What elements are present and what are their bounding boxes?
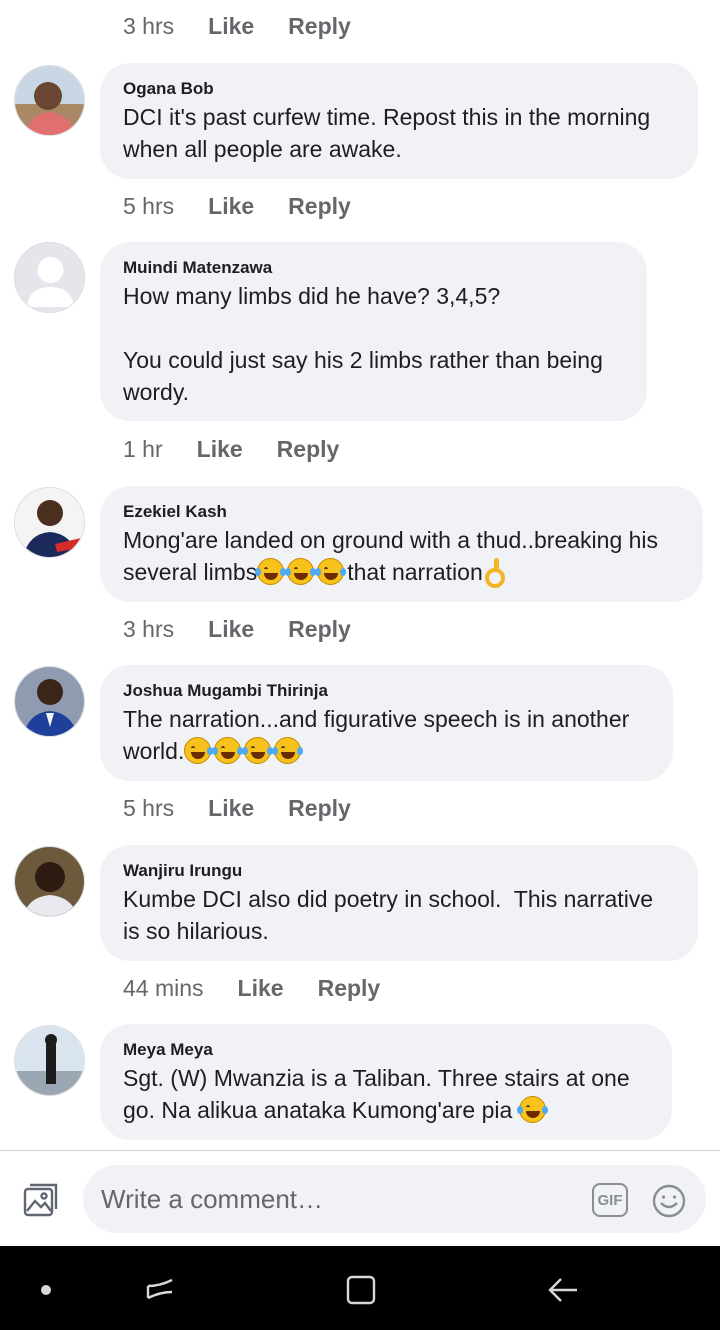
comment-bubble: Wanjiru Irungu Kumbe DCI also did poetry… [100,845,698,961]
comment-text: How many limbs did he have? 3,4,5? You c… [123,283,603,405]
emoji-smile-icon[interactable] [651,1183,687,1219]
comment-actions: 1 hr Like Reply [123,429,373,469]
comment-text-line: go. Na alikua anataka Kumong'are pia [123,1097,519,1123]
comment-time: 1 hr [123,435,163,462]
like-button[interactable]: Like [197,436,243,463]
reply-button[interactable]: Reply [288,616,351,643]
like-button[interactable]: Like [208,616,254,643]
back-icon[interactable] [543,1270,583,1310]
recent-apps-icon[interactable] [140,1270,180,1310]
comment-actions: 3 hrs Like Reply [123,6,385,46]
comment-text: Mong'are landed on ground with a thud..b… [123,524,681,588]
comment-time: 44 mins [123,974,204,1001]
home-icon[interactable] [341,1270,381,1310]
comment-bubble: Ezekiel Kash Mong'are landed on ground w… [100,486,703,602]
comment-time: 3 hrs [123,615,175,642]
comment-bubble: Muindi Matenzawa How many limbs did he h… [100,242,647,421]
ok-hand-emoji-icon [483,558,505,588]
comment-time: 5 hrs [123,794,175,821]
laughing-tears-emoji-icon [242,737,274,764]
comment-bubble: Ogana Bob DCI it's past curfew time. Rep… [100,63,698,179]
comment-bubble: Meya Meya Sgt. (W) Mwanzia is a Taliban.… [100,1024,672,1140]
comment-text-line: Sgt. (W) Mwanzia is a Taliban. Three sta… [123,1065,630,1091]
comment-text-line: that narration [347,559,483,585]
comment-bubble: Joshua Mugambi Thirinja The narration...… [100,665,673,781]
comment-text: Kumbe DCI also did poetry in school. Thi… [123,886,654,944]
comment-text: The narration...and figurative speech is… [123,703,651,767]
laughing-tears-emoji-icon [285,558,317,585]
sweat-smile-emoji-icon [184,737,214,764]
laughing-tears-emoji-icon [516,1096,548,1123]
laughing-tears-emoji-icon [272,737,304,764]
comment-author[interactable]: Ezekiel Kash [123,500,681,524]
gif-button[interactable]: GIF [592,1183,628,1217]
avatar[interactable] [14,1025,85,1096]
comment-author[interactable]: Wanjiru Irungu [123,859,676,883]
avatar[interactable] [14,846,85,917]
comment-text-line: world. [123,738,185,764]
comment-text: DCI it's past curfew time. Repost this i… [123,104,651,162]
laughing-tears-emoji-icon [212,737,244,764]
reply-button[interactable]: Reply [288,193,351,220]
comment-author[interactable]: Muindi Matenzawa [123,256,625,280]
comment-author[interactable]: Ogana Bob [123,77,676,101]
dot-indicator-icon[interactable] [26,1270,66,1310]
reply-button[interactable]: Reply [277,436,340,463]
comment-time: 3 hrs [123,12,175,39]
reply-button[interactable]: Reply [288,795,351,822]
like-button[interactable]: Like [208,193,254,220]
comment-text-line: Mong'are landed on ground with a thud..b… [123,527,659,553]
comment-actions: 5 hrs Like Reply [123,186,385,226]
photo-icon[interactable] [22,1181,60,1219]
comment-text: Sgt. (W) Mwanzia is a Taliban. Three sta… [123,1062,650,1126]
system-navigation-bar [0,1246,720,1330]
like-button[interactable]: Like [208,13,254,40]
comment-time: 5 hrs [123,192,175,219]
comment-actions: 3 hrs Like Reply [123,609,385,649]
laughing-tears-emoji-icon [255,558,287,585]
laughing-tears-emoji-icon [315,558,347,585]
comment-text-line: several limbs [123,559,258,585]
avatar-placeholder[interactable] [14,242,85,313]
reply-button[interactable]: Reply [318,975,381,1002]
comments-thread: 3 hrs Like Reply Ogana Bob DCI it's past… [0,0,720,1150]
avatar[interactable] [14,487,85,558]
comment-composer: GIF [0,1150,720,1246]
like-button[interactable]: Like [238,975,284,1002]
comment-author[interactable]: Meya Meya [123,1038,650,1062]
avatar[interactable] [14,666,85,737]
comment-author[interactable]: Joshua Mugambi Thirinja [123,679,651,703]
avatar[interactable] [14,65,85,136]
comment-text-line: The narration...and figurative speech is… [123,706,630,732]
reply-button[interactable]: Reply [288,13,351,40]
like-button[interactable]: Like [208,795,254,822]
comment-actions: 44 mins Like Reply [123,968,414,1008]
comment-actions: 5 hrs Like Reply [123,788,385,828]
